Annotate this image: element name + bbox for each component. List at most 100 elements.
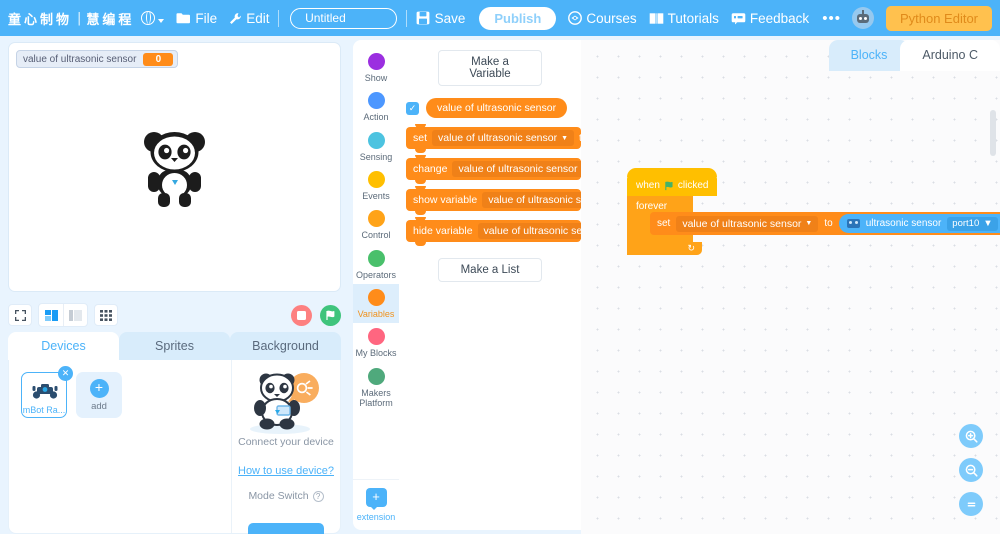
header-divider-1 [278, 9, 280, 27]
script-stack[interactable]: when clicked forever set value of ultras… [627, 168, 1000, 255]
zoom-reset-icon[interactable] [959, 492, 983, 516]
zoom-reset-glyph [967, 501, 975, 507]
run-controls [291, 304, 341, 326]
add-extension-button[interactable]: + extension [353, 479, 399, 530]
stage-area[interactable]: value of ultrasonic sensor 0 [8, 42, 341, 292]
menu-tutorials[interactable]: Tutorials [649, 11, 719, 26]
palette-block-hide-dropdown[interactable]: value of ultrasonic sensor [477, 223, 581, 239]
robot-eyes [858, 17, 867, 20]
menu-edit[interactable]: Edit [229, 11, 269, 26]
tab-devices[interactable]: Devices [8, 332, 119, 360]
robot-avatar-icon[interactable] [851, 7, 874, 29]
category-action[interactable]: Action [353, 87, 399, 126]
forever-footer: ↻ [636, 242, 702, 255]
zoom-out-icon[interactable] [959, 458, 983, 482]
hat-prefix: when [636, 180, 660, 191]
palette-block-show-dropdown[interactable]: value of ultrasonic sensor [482, 192, 581, 208]
panda-sprite[interactable] [138, 125, 212, 209]
dropdown-label: value of ultrasonic sensor [483, 225, 581, 237]
category-label: Operators [355, 269, 397, 280]
brand-logo[interactable]: 童心制物 | 慧编程 [0, 9, 134, 28]
mbot-icon [846, 219, 860, 228]
category-color-dot [367, 171, 385, 189]
category-show[interactable]: Show [353, 48, 399, 87]
publish-button[interactable]: Publish [479, 6, 557, 30]
palette-block-show-variable[interactable]: show variable value of ultrasonic sensor [406, 186, 581, 215]
menu-file[interactable]: File [176, 11, 217, 26]
code-tabs: Blocks Arduino C [828, 40, 1000, 71]
category-variables[interactable]: Variables [353, 284, 399, 324]
dropdown-label: value of ultrasonic sensor [438, 132, 558, 144]
make-a-variable-button[interactable]: Make a Variable [438, 50, 542, 86]
tab-arduino-c[interactable]: Arduino C [900, 40, 1000, 71]
variable-visibility-checkbox[interactable]: ✓ [406, 101, 419, 115]
loop-arrow-icon: ↻ [687, 243, 695, 253]
workspace-scrollbar[interactable] [990, 110, 996, 156]
split-view-icon[interactable] [39, 304, 63, 326]
make-a-list-button[interactable]: Make a List [438, 258, 542, 282]
block-palette[interactable]: Make a Variable ✓ value of ultrasonic se… [399, 40, 581, 530]
stop-icon[interactable] [291, 304, 312, 326]
tab-sprites[interactable]: Sprites [119, 332, 230, 360]
python-editor-button[interactable]: Python Editor [885, 5, 992, 31]
add-device-label: add [91, 400, 107, 412]
category-makers-platform[interactable]: Makers Platform [353, 363, 399, 413]
grid-view-icon[interactable] [94, 304, 118, 326]
category-operators[interactable]: Operators [353, 245, 399, 284]
save-button[interactable]: Save [416, 11, 465, 26]
language-selector[interactable] [134, 11, 165, 25]
palette-block-set[interactable]: set value of ultrasonic sensor ▼ to [406, 124, 581, 153]
palette-block-set-dropdown[interactable]: value of ultrasonic sensor ▼ [432, 130, 575, 146]
block-when-flag-clicked[interactable]: when clicked [627, 168, 718, 196]
palette-block-change[interactable]: change value of ultrasonic sensor ▼ by [406, 155, 581, 184]
zoom-in-icon[interactable] [959, 424, 983, 448]
small-stage-icon[interactable] [63, 304, 87, 326]
category-events[interactable]: Events [353, 166, 399, 205]
brand-logo-separator: | [77, 10, 82, 26]
globe-language-icon [141, 11, 156, 25]
question-mark-icon[interactable]: ? [312, 490, 324, 502]
variable-monitor[interactable]: value of ultrasonic sensor 0 [16, 50, 179, 68]
block-forever[interactable]: forever set value of ultrasonic sensor ▼… [627, 196, 1000, 255]
mode-switch-row[interactable]: Mode Switch ? [248, 490, 324, 502]
close-icon[interactable]: ✕ [58, 366, 73, 381]
category-sensing[interactable]: Sensing [353, 127, 399, 166]
header-right-group: Courses Tutorials Feedback ••• Python Ed… [556, 5, 1000, 31]
tab-blocks[interactable]: Blocks [828, 40, 910, 71]
green-flag-icon[interactable] [320, 304, 341, 326]
project-title-input[interactable]: Untitled [290, 7, 397, 29]
save-disk-icon [416, 11, 429, 25]
connect-button[interactable] [248, 523, 324, 534]
how-to-use-device-link[interactable]: How to use device? [238, 465, 334, 477]
set-variable-dropdown[interactable]: value of ultrasonic sensor ▼ [676, 215, 819, 232]
category-color-dot [367, 53, 385, 70]
category-my-blocks[interactable]: My Blocks [353, 323, 399, 362]
code-workspace[interactable]: Blocks Arduino C when clicked forever se… [581, 40, 1000, 534]
variable-monitor-value: 0 [143, 52, 174, 66]
category-color-dot [367, 131, 385, 149]
chevron-down-icon: ▼ [983, 218, 993, 229]
palette-block-change-prefix: change [413, 163, 448, 175]
brand-logo-cn: 童心制物 [8, 12, 73, 28]
variable-monitor-label: value of ultrasonic sensor [23, 53, 137, 65]
fullscreen-glyph [14, 309, 26, 321]
panel-tabbar: Devices Sprites Background [8, 332, 341, 360]
category-label: My Blocks [355, 348, 397, 359]
header-divider-2 [405, 9, 407, 27]
fullscreen-icon[interactable] [8, 304, 32, 326]
reporter-port-dropdown[interactable]: port10 ▼ [947, 216, 998, 231]
block-ultrasonic-sensor-reporter[interactable]: ultrasonic sensor port10 ▼ distance [838, 214, 1000, 233]
menu-courses[interactable]: Courses [568, 11, 637, 26]
category-control[interactable]: Control [353, 205, 399, 244]
tab-background[interactable]: Background [230, 332, 341, 360]
ellipsis-icon[interactable]: ••• [822, 10, 841, 27]
block-set-variable[interactable]: set value of ultrasonic sensor ▼ to ultr… [650, 212, 1000, 235]
variable-reporter-block[interactable]: value of ultrasonic sensor [426, 98, 568, 118]
palette-block-set-prefix: set [413, 132, 428, 144]
menu-feedback[interactable]: Feedback [731, 11, 809, 26]
palette-block-hide-variable[interactable]: hide variable value of ultrasonic sensor [406, 217, 581, 246]
category-color-dot [367, 249, 385, 267]
device-card-mbot[interactable]: ✕ mBot Ra... [21, 366, 73, 418]
add-device-button[interactable]: + add [76, 372, 122, 418]
palette-block-change-dropdown[interactable]: value of ultrasonic sensor ▼ [452, 161, 581, 177]
